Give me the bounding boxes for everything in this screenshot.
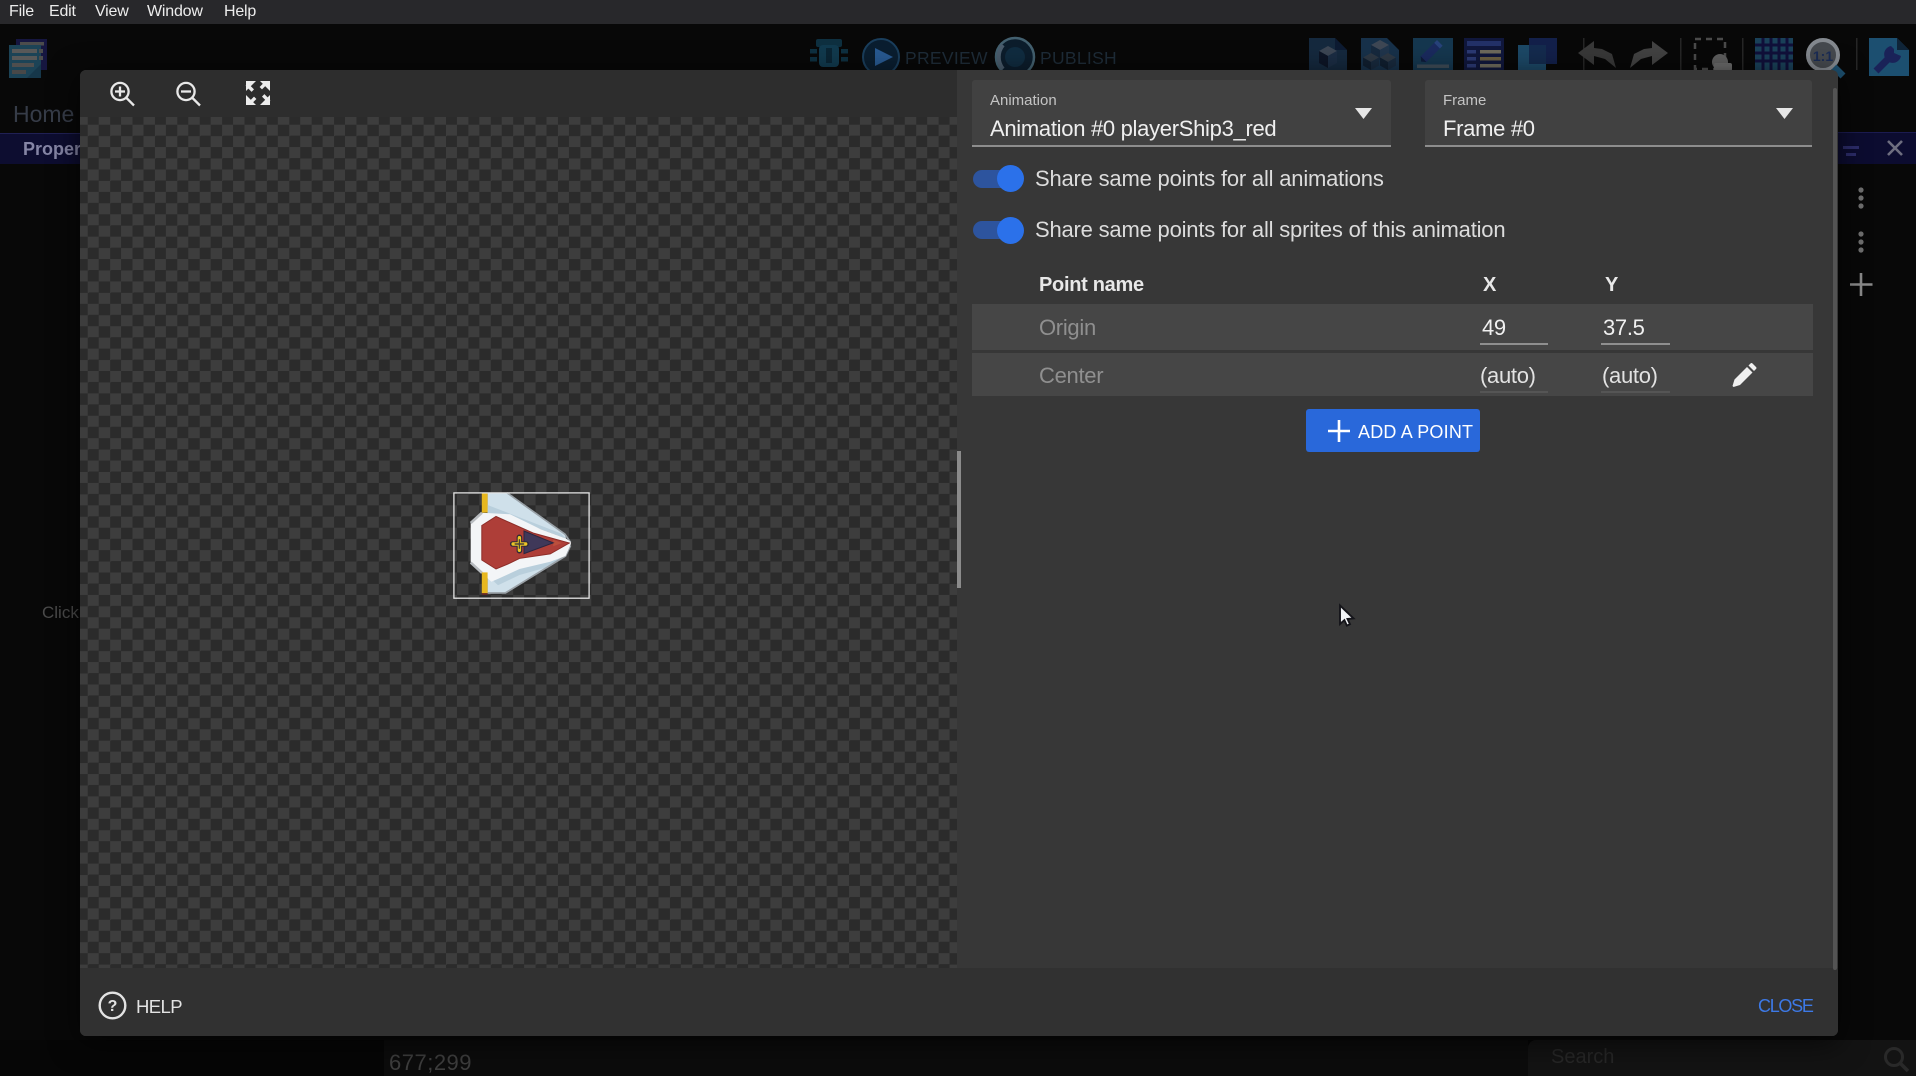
svg-text:1:1: 1:1 xyxy=(1813,48,1833,64)
svg-text:?: ? xyxy=(108,998,118,1015)
svg-text:PUBLISH: PUBLISH xyxy=(1040,48,1117,68)
svg-text:PREVIEW: PREVIEW xyxy=(905,48,988,68)
